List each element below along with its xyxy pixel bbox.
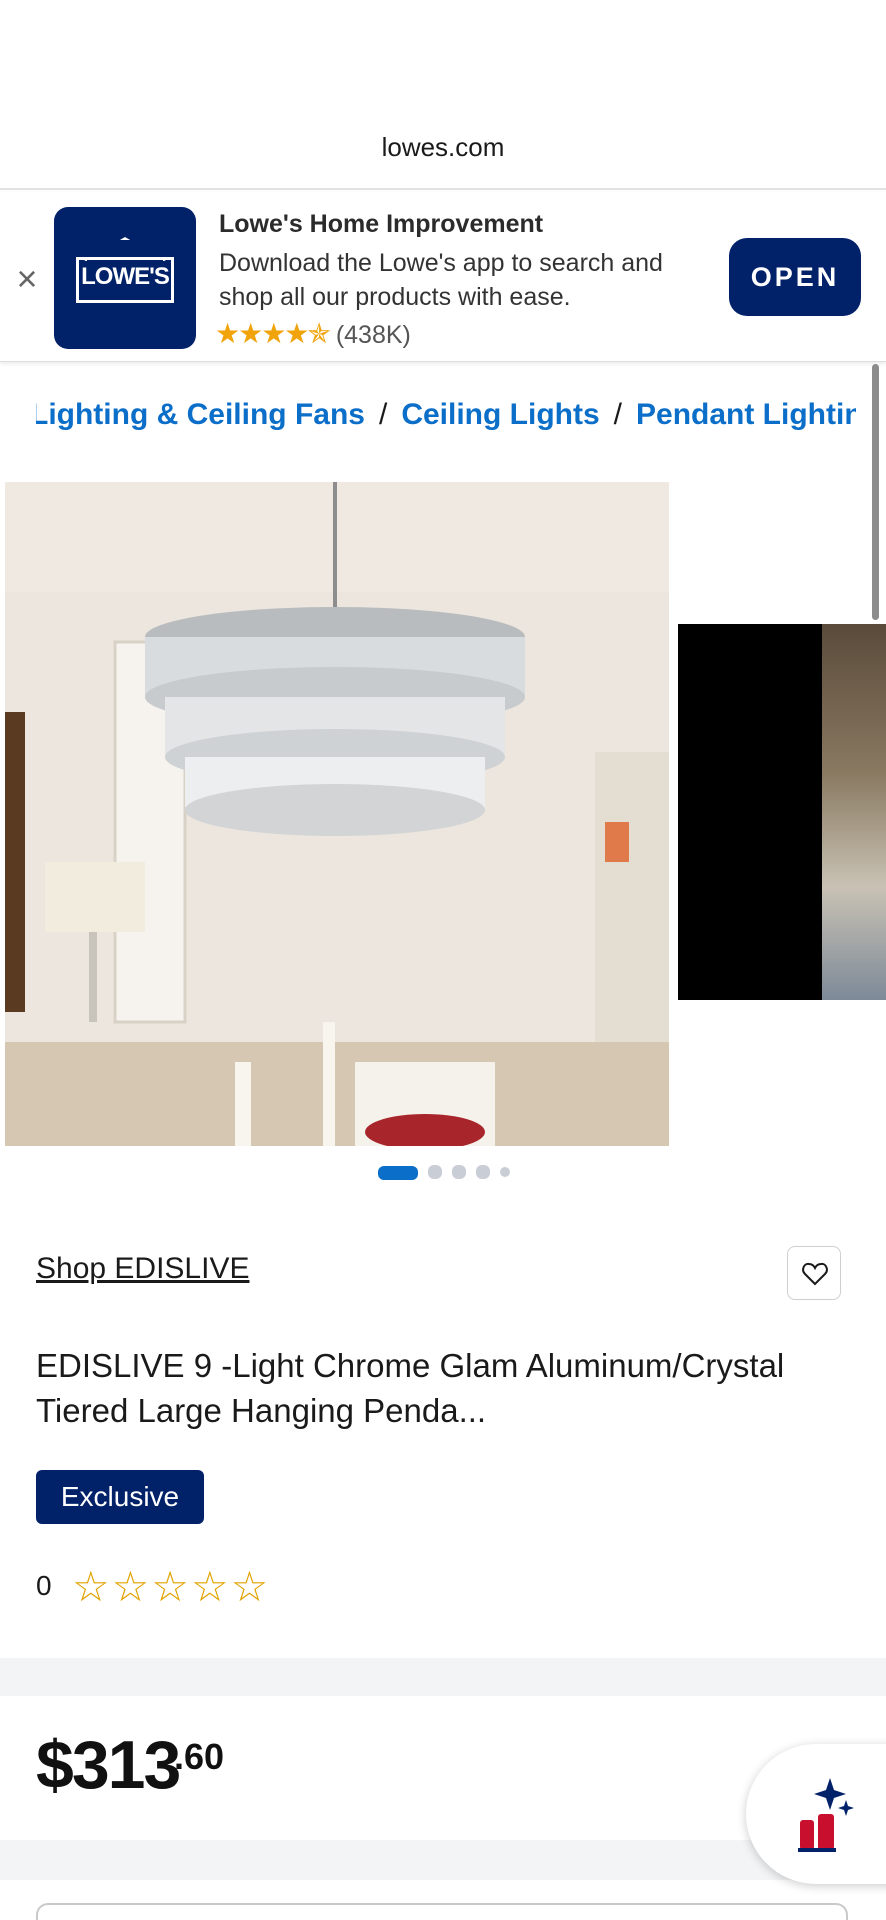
rating-count: (438K) (335, 321, 411, 349)
gallery-dot-active[interactable] (378, 1166, 418, 1180)
breadcrumb-item-pendant-lighting[interactable]: Pendant Lighting (636, 398, 856, 432)
breadcrumb-separator: / (378, 398, 388, 431)
exclusive-badge: Exclusive (36, 1470, 204, 1524)
gallery-dot[interactable] (428, 1165, 442, 1179)
product-thumbnail-next[interactable] (678, 624, 886, 1000)
next-section-field[interactable] (36, 1903, 848, 1920)
page-scrollbar[interactable] (872, 364, 879, 620)
shop-brand-link[interactable]: Shop EDISLIVE (36, 1252, 249, 1286)
breadcrumb: Lighting & Ceiling Fans / Ceiling Lights / P… (36, 398, 856, 442)
open-app-button[interactable]: OPEN (729, 238, 861, 316)
ai-assistant-icon (798, 1778, 854, 1852)
heart-icon (802, 1262, 828, 1286)
breadcrumb-item-ceiling-lights[interactable]: Ceiling Lights (401, 398, 599, 432)
banner-description: Download the Lowe's app to search and sh… (219, 249, 663, 311)
gallery-dot[interactable] (452, 1165, 466, 1179)
banner-title: Lowe's Home Improvement (219, 210, 544, 238)
rating-stars: ★★★★✯ (215, 318, 331, 349)
price-cents: .60 (174, 1736, 225, 1777)
product-main-image[interactable] (5, 482, 669, 1146)
review-count: 0 (36, 1570, 52, 1601)
lowes-app-logo: LOWE'S (54, 207, 196, 349)
breadcrumb-separator: / (613, 398, 622, 431)
breadcrumb-item-lighting[interactable]: Lighting & Ceiling Fans (36, 398, 365, 432)
browser-address-area: lowes.com (0, 0, 886, 190)
url-display[interactable]: lowes.com (0, 132, 886, 163)
assistant-button[interactable] (746, 1744, 886, 1884)
favorite-button[interactable] (787, 1246, 841, 1300)
review-stars[interactable]: ☆☆☆☆☆ (72, 1562, 270, 1611)
price-dollars: $313 (36, 1727, 181, 1803)
logo-text: LOWE'S (81, 263, 170, 290)
chandelier-photo (5, 482, 669, 1146)
product-title: EDISLIVE 9 -Light Chrome Glam Aluminum/C… (36, 1347, 785, 1429)
close-icon[interactable]: × (10, 261, 44, 297)
banner-rating: ★★★★✯ (438K) (215, 317, 411, 350)
gallery-dot[interactable] (476, 1165, 490, 1179)
gallery-dot[interactable] (500, 1167, 510, 1177)
section-divider (0, 1658, 886, 1696)
